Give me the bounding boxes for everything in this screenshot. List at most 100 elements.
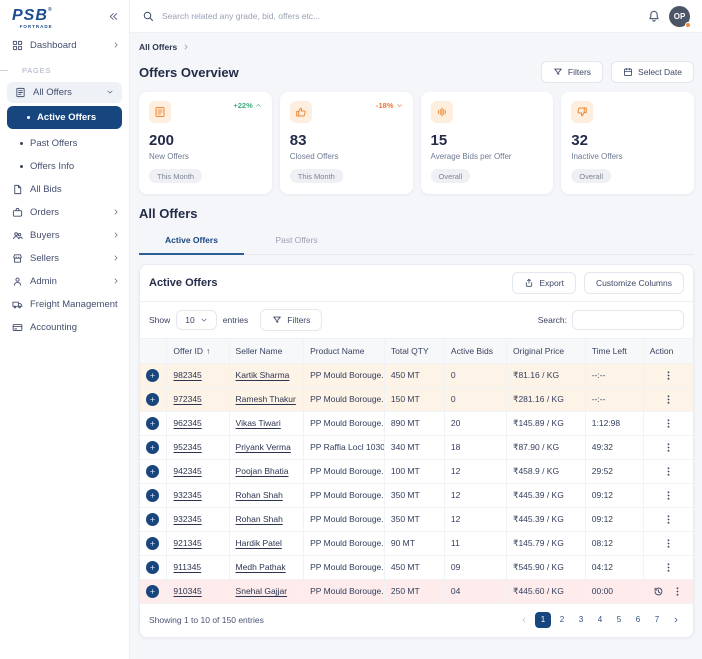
sidebar-item-dashboard[interactable]: Dashboard (0, 34, 129, 57)
offer-id-link[interactable]: 972345 (173, 394, 201, 404)
sidebar-item-admin[interactable]: Admin (0, 270, 129, 293)
column-header-product-name[interactable]: Product Name (304, 338, 385, 363)
column-header-total-qty[interactable]: Total QTY (384, 338, 444, 363)
user-avatar[interactable]: OP (669, 6, 690, 27)
column-header-active-bids[interactable]: Active Bids (444, 338, 506, 363)
pagination-page-7[interactable]: 7 (649, 612, 665, 628)
sidebar-item-freight-management[interactable]: Freight Management (0, 293, 129, 316)
filters-button[interactable]: Filters (541, 61, 603, 83)
row-menu-button[interactable] (663, 562, 674, 573)
row-menu-button[interactable] (663, 466, 674, 477)
expand-row-button[interactable] (146, 489, 159, 502)
sidebar-item-past-offers[interactable]: Past Offers (0, 132, 129, 155)
sidebar-item-active-offers[interactable]: Active Offers (7, 106, 122, 129)
pagination-page-6[interactable]: 6 (630, 612, 646, 628)
offer-id-link[interactable]: 932345 (173, 514, 201, 524)
offer-id-link[interactable]: 982345 (173, 370, 201, 380)
sidebar-item-label: Buyers (30, 230, 60, 241)
pagination-next-icon[interactable] (668, 612, 684, 628)
seller-name-link[interactable]: Medh Pathak (236, 562, 286, 572)
column-header-action[interactable]: Action (643, 338, 693, 363)
chevron-right-icon (112, 254, 120, 262)
sidebar-item-accounting[interactable]: Accounting (0, 316, 129, 339)
row-menu-button[interactable] (663, 370, 674, 381)
expand-row-button[interactable] (146, 513, 159, 526)
row-menu-button[interactable] (663, 442, 674, 453)
expand-row-button[interactable] (146, 585, 159, 598)
customize-columns-button[interactable]: Customize Columns (584, 272, 684, 294)
search-label: Search: (538, 315, 567, 325)
calendar-icon (623, 67, 633, 77)
column-header-original-price[interactable]: Original Price (507, 338, 586, 363)
expand-row-button[interactable] (146, 417, 159, 430)
time-left-cell: 29:52 (585, 459, 643, 483)
expand-row-button[interactable] (146, 369, 159, 382)
breadcrumb[interactable]: All Offers (139, 42, 694, 52)
seller-name-link[interactable]: Snehal Gajjar (236, 586, 288, 596)
pagination-prev-icon[interactable] (516, 612, 532, 628)
bullet-dot (20, 165, 23, 168)
seller-name-link[interactable]: Rohan Shah (236, 490, 283, 500)
offer-id-link[interactable]: 962345 (173, 418, 201, 428)
pagination-page-4[interactable]: 4 (592, 612, 608, 628)
column-header-offer-id[interactable]: Offer ID↑ (167, 338, 229, 363)
seller-name-link[interactable]: Rohan Shah (236, 514, 283, 524)
offer-id-link[interactable]: 911345 (173, 562, 201, 572)
sidebar-collapse-icon[interactable] (108, 11, 119, 22)
tab-active-offers[interactable]: Active Offers (139, 228, 244, 255)
sidebar-item-all-offers[interactable]: All Offers (7, 82, 122, 103)
seller-name-link[interactable]: Ramesh Thakur (236, 394, 296, 404)
table-filters-button[interactable]: Filters (260, 309, 322, 331)
pagination-page-3[interactable]: 3 (573, 612, 589, 628)
sidebar-item-buyers[interactable]: Buyers (0, 224, 129, 247)
export-button[interactable]: Export (512, 272, 576, 294)
offer-id-link[interactable]: 921345 (173, 538, 201, 548)
tab-past-offers[interactable]: Past Offers (244, 228, 349, 254)
global-search-input[interactable] (162, 11, 639, 21)
thumbs-up-icon (290, 101, 312, 123)
offer-id-link[interactable]: 942345 (173, 466, 201, 476)
select-date-button[interactable]: Select Date (611, 61, 694, 83)
product-name-cell: PP Raffia Locl 1030... (304, 435, 385, 459)
pagination-page-5[interactable]: 5 (611, 612, 627, 628)
history-icon[interactable] (653, 586, 664, 597)
sidebar-item-label: All Offers (33, 87, 72, 98)
sidebar-item-orders[interactable]: Orders (0, 201, 129, 224)
original-price-cell: ₹545.90 / KG (507, 555, 586, 579)
seller-name-link[interactable]: Poojan Bhatia (236, 466, 289, 476)
product-name-cell: PP Mould Borouge... (304, 507, 385, 531)
offer-id-link[interactable]: 952345 (173, 442, 201, 452)
row-menu-button[interactable] (663, 538, 674, 549)
seller-name-link[interactable]: Vikas Tiwari (236, 418, 281, 428)
seller-name-link[interactable]: Hardik Patel (236, 538, 282, 548)
sidebar-item-all-bids[interactable]: All Bids (0, 178, 129, 201)
offer-id-link[interactable]: 910345 (173, 586, 201, 596)
notifications-bell-icon[interactable] (647, 9, 661, 23)
page-size-select[interactable]: 10 (176, 310, 216, 330)
pagination-page-1[interactable]: 1 (535, 612, 551, 628)
row-menu-button[interactable] (672, 586, 683, 597)
offer-id-link[interactable]: 932345 (173, 490, 201, 500)
row-menu-button[interactable] (663, 514, 674, 525)
active-bids-cell: 0 (444, 363, 506, 387)
total-qty-cell: 450 MT (384, 363, 444, 387)
pagination-page-2[interactable]: 2 (554, 612, 570, 628)
column-header-seller-name[interactable]: Seller Name (229, 338, 304, 363)
seller-name-link[interactable]: Kartik Sharma (236, 370, 290, 380)
total-qty-cell: 100 MT (384, 459, 444, 483)
row-menu-button[interactable] (663, 418, 674, 429)
expand-row-button[interactable] (146, 537, 159, 550)
seller-name-link[interactable]: Priyank Verma (236, 442, 291, 452)
stat-period-badge: This Month (290, 169, 343, 183)
table-search-input[interactable] (572, 310, 684, 330)
sidebar-item-sellers[interactable]: Sellers (0, 247, 129, 270)
expand-row-button[interactable] (146, 393, 159, 406)
column-header-time-left[interactable]: Time Left (585, 338, 643, 363)
expand-row-button[interactable] (146, 561, 159, 574)
expand-row-button[interactable] (146, 465, 159, 478)
chevron-down-icon (200, 316, 208, 324)
expand-row-button[interactable] (146, 441, 159, 454)
sidebar-item-offers-info[interactable]: Offers Info (0, 155, 129, 178)
row-menu-button[interactable] (663, 394, 674, 405)
row-menu-button[interactable] (663, 490, 674, 501)
